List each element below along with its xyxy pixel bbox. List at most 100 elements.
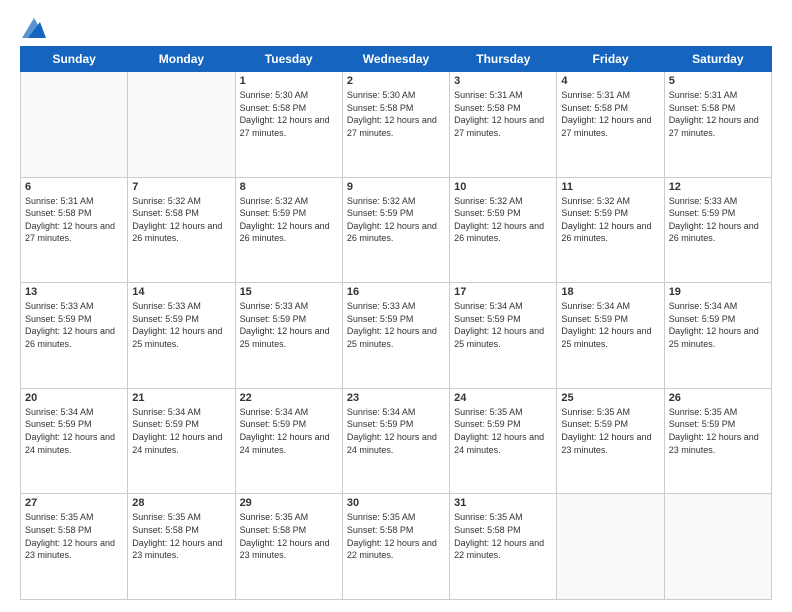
calendar-cell: 18Sunrise: 5:34 AMSunset: 5:59 PMDayligh… [557,283,664,389]
day-info: Sunrise: 5:35 AMSunset: 5:59 PMDaylight:… [561,406,659,456]
day-info: Sunrise: 5:34 AMSunset: 5:59 PMDaylight:… [669,300,767,350]
calendar-cell [128,72,235,178]
calendar-cell: 30 Sunrise: 5:35 AMSunset: 5:58 PMDayligh… [342,494,449,600]
day-info: Sunrise: 5:31 AMSunset: 5:58 PMDaylight:… [669,89,767,139]
calendar-cell: 4 Sunrise: 5:31 AMSunset: 5:58 PMDaylight… [557,72,664,178]
day-number: 16 [347,286,445,298]
calendar-week-row: 13 Sunrise: 5:33 AMSunset: 5:59 PMDayligh… [21,283,772,389]
day-number: 15 [240,286,338,298]
calendar-cell: 9 Sunrise: 5:32 AMSunset: 5:59 PMDaylight… [342,177,449,283]
day-number: 13 [25,286,123,298]
weekday-header-sunday: Sunday [21,47,128,72]
day-number: 8 [240,181,338,193]
calendar-week-row: 1 Sunrise: 5:30 AMSunset: 5:58 PMDaylight… [21,72,772,178]
header [20,16,772,38]
calendar-cell: 13 Sunrise: 5:33 AMSunset: 5:59 PMDayligh… [21,283,128,389]
day-info: Sunrise: 5:35 AMSunset: 5:58 PMDaylight:… [240,511,338,561]
day-info: Sunrise: 5:31 AMSunset: 5:58 PMDaylight:… [561,89,659,139]
day-number: 5 [669,75,767,87]
calendar-cell: 20Sunrise: 5:34 AMSunset: 5:59 PMDayligh… [21,388,128,494]
weekday-header-saturday: Saturday [664,47,771,72]
day-number: 14 [132,286,230,298]
day-number: 31 [454,497,552,509]
calendar-cell [21,72,128,178]
day-info: Sunrise: 5:31 AMSunset: 5:58 PMDaylight:… [25,195,123,245]
day-number: 11 [561,181,659,193]
day-info: Sunrise: 5:32 AMSunset: 5:58 PMDaylight:… [132,195,230,245]
day-info: Sunrise: 5:34 AMSunset: 5:59 PMDaylight:… [132,406,230,456]
weekday-header-row: SundayMondayTuesdayWednesdayThursdayFrid… [21,47,772,72]
calendar-cell: 23Sunrise: 5:34 AMSunset: 5:59 PMDayligh… [342,388,449,494]
weekday-header-wednesday: Wednesday [342,47,449,72]
calendar-week-row: 6 Sunrise: 5:31 AMSunset: 5:58 PMDaylight… [21,177,772,283]
weekday-header-friday: Friday [557,47,664,72]
day-info: Sunrise: 5:33 AMSunset: 5:59 PMDaylight:… [240,300,338,350]
calendar-cell: 12 Sunrise: 5:33 AMSunset: 5:59 PMDayligh… [664,177,771,283]
day-info: Sunrise: 5:32 AMSunset: 5:59 PMDaylight:… [561,195,659,245]
calendar-cell: 1 Sunrise: 5:30 AMSunset: 5:58 PMDaylight… [235,72,342,178]
day-info: Sunrise: 5:33 AMSunset: 5:59 PMDaylight:… [347,300,445,350]
day-number: 3 [454,75,552,87]
calendar-cell [664,494,771,600]
day-info: Sunrise: 5:35 AMSunset: 5:59 PMDaylight:… [454,406,552,456]
calendar-cell: 19Sunrise: 5:34 AMSunset: 5:59 PMDayligh… [664,283,771,389]
calendar-cell: 31Sunrise: 5:35 AMSunset: 5:58 PMDayligh… [450,494,557,600]
day-info: Sunrise: 5:33 AMSunset: 5:59 PMDaylight:… [25,300,123,350]
calendar-cell: 14 Sunrise: 5:33 AMSunset: 5:59 PMDayligh… [128,283,235,389]
day-number: 10 [454,181,552,193]
day-info: Sunrise: 5:33 AMSunset: 5:59 PMDaylight:… [669,195,767,245]
day-number: 27 [25,497,123,509]
day-number: 21 [132,392,230,404]
day-info: Sunrise: 5:34 AMSunset: 5:59 PMDaylight:… [25,406,123,456]
calendar-cell: 24 Sunrise: 5:35 AMSunset: 5:59 PMDayligh… [450,388,557,494]
day-number: 28 [132,497,230,509]
day-info: Sunrise: 5:34 AMSunset: 5:59 PMDaylight:… [561,300,659,350]
calendar-cell: 28 Sunrise: 5:35 AMSunset: 5:58 PMDayligh… [128,494,235,600]
day-info: Sunrise: 5:30 AMSunset: 5:58 PMDaylight:… [240,89,338,139]
calendar-cell: 10 Sunrise: 5:32 AMSunset: 5:59 PMDayligh… [450,177,557,283]
day-number: 1 [240,75,338,87]
day-info: Sunrise: 5:32 AMSunset: 5:59 PMDaylight:… [240,195,338,245]
day-number: 23 [347,392,445,404]
day-info: Sunrise: 5:33 AMSunset: 5:59 PMDaylight:… [132,300,230,350]
day-number: 30 [347,497,445,509]
weekday-header-thursday: Thursday [450,47,557,72]
calendar-cell: 25 Sunrise: 5:35 AMSunset: 5:59 PMDayligh… [557,388,664,494]
day-number: 22 [240,392,338,404]
day-number: 9 [347,181,445,193]
weekday-header-tuesday: Tuesday [235,47,342,72]
day-number: 12 [669,181,767,193]
day-number: 29 [240,497,338,509]
day-number: 25 [561,392,659,404]
day-info: Sunrise: 5:35 AMSunset: 5:58 PMDaylight:… [132,511,230,561]
day-info: Sunrise: 5:35 AMSunset: 5:59 PMDaylight:… [669,406,767,456]
calendar-cell: 26Sunrise: 5:35 AMSunset: 5:59 PMDayligh… [664,388,771,494]
calendar-cell: 5 Sunrise: 5:31 AMSunset: 5:58 PMDaylight… [664,72,771,178]
day-info: Sunrise: 5:31 AMSunset: 5:58 PMDaylight:… [454,89,552,139]
day-number: 17 [454,286,552,298]
day-number: 2 [347,75,445,87]
day-number: 24 [454,392,552,404]
day-info: Sunrise: 5:32 AMSunset: 5:59 PMDaylight:… [454,195,552,245]
page: SundayMondayTuesdayWednesdayThursdayFrid… [0,0,792,612]
day-info: Sunrise: 5:35 AMSunset: 5:58 PMDaylight:… [25,511,123,561]
calendar-cell: 29 Sunrise: 5:35 AMSunset: 5:58 PMDayligh… [235,494,342,600]
calendar-week-row: 20Sunrise: 5:34 AMSunset: 5:59 PMDayligh… [21,388,772,494]
day-number: 4 [561,75,659,87]
calendar-cell: 16 Sunrise: 5:33 AMSunset: 5:59 PMDayligh… [342,283,449,389]
day-info: Sunrise: 5:34 AMSunset: 5:59 PMDaylight:… [454,300,552,350]
calendar-cell: 8 Sunrise: 5:32 AMSunset: 5:59 PMDaylight… [235,177,342,283]
calendar-cell: 21 Sunrise: 5:34 AMSunset: 5:59 PMDayligh… [128,388,235,494]
calendar-cell [557,494,664,600]
calendar-cell: 2 Sunrise: 5:30 AMSunset: 5:58 PMDaylight… [342,72,449,178]
calendar-cell: 27 Sunrise: 5:35 AMSunset: 5:58 PMDayligh… [21,494,128,600]
calendar-week-row: 27 Sunrise: 5:35 AMSunset: 5:58 PMDayligh… [21,494,772,600]
calendar-cell: 22Sunrise: 5:34 AMSunset: 5:59 PMDayligh… [235,388,342,494]
day-info: Sunrise: 5:32 AMSunset: 5:59 PMDaylight:… [347,195,445,245]
day-info: Sunrise: 5:30 AMSunset: 5:58 PMDaylight:… [347,89,445,139]
calendar-cell: 6 Sunrise: 5:31 AMSunset: 5:58 PMDaylight… [21,177,128,283]
day-number: 6 [25,181,123,193]
calendar-table: SundayMondayTuesdayWednesdayThursdayFrid… [20,46,772,600]
calendar-cell: 11 Sunrise: 5:32 AMSunset: 5:59 PMDayligh… [557,177,664,283]
day-info: Sunrise: 5:35 AMSunset: 5:58 PMDaylight:… [347,511,445,561]
